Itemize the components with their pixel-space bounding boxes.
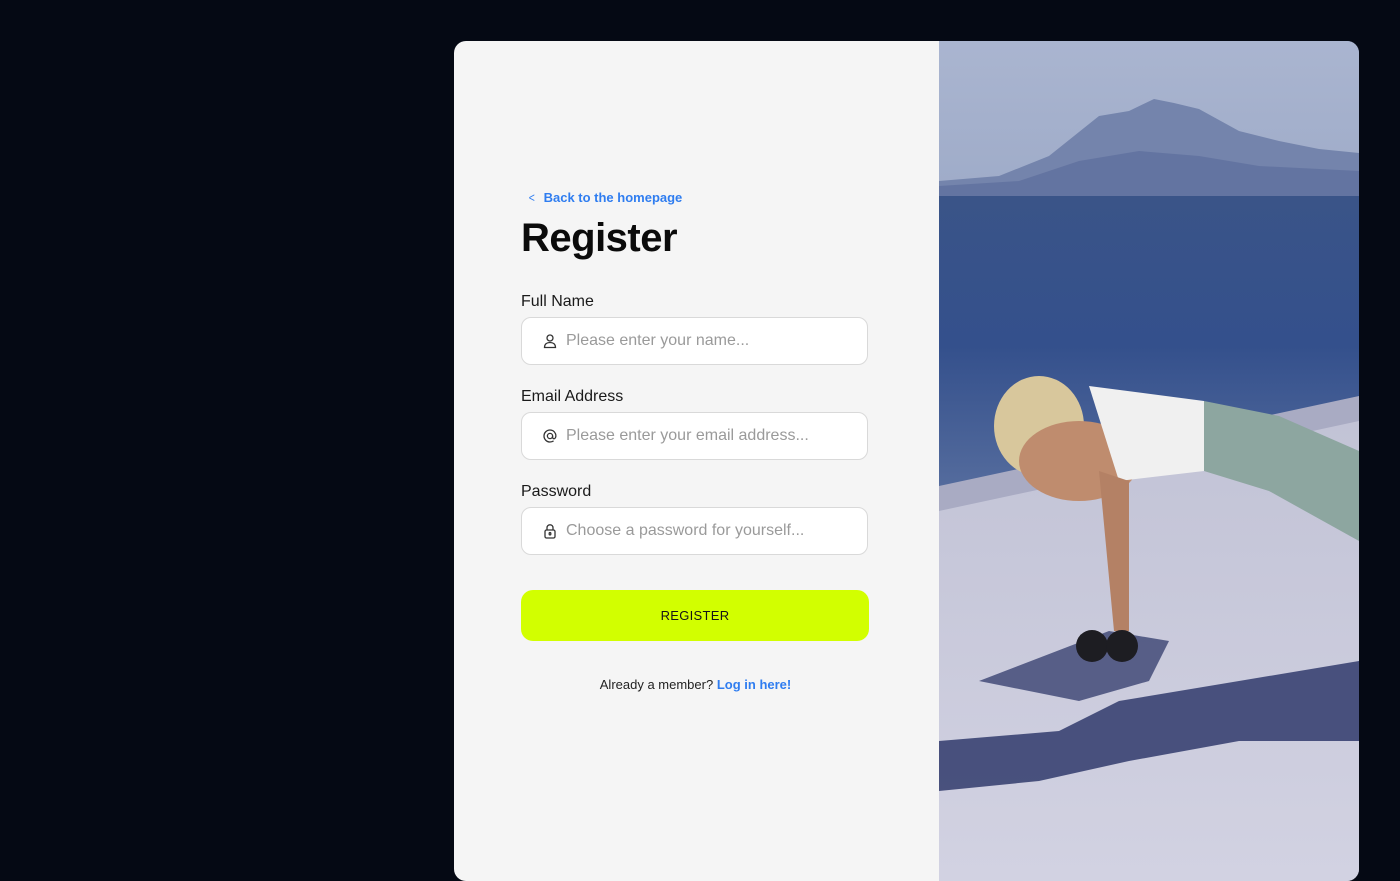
chevron-left-icon: <	[528, 189, 535, 205]
register-form: < Back to the homepage Register Full Nam…	[521, 186, 870, 692]
full-name-field: Full Name	[521, 292, 870, 365]
password-input-wrapper[interactable]	[521, 507, 868, 555]
full-name-input[interactable]	[566, 332, 856, 350]
hero-illustration	[939, 41, 1359, 881]
email-input[interactable]	[566, 427, 856, 445]
email-label: Email Address	[521, 388, 624, 405]
page-title: Register	[521, 216, 678, 260]
password-field: Password	[521, 482, 870, 555]
password-input[interactable]	[566, 522, 856, 540]
login-prompt: Already a member? Log in here!	[521, 677, 870, 692]
login-prompt-text: Already a member?	[599, 677, 714, 692]
lock-icon	[542, 523, 558, 539]
password-label: Password	[521, 483, 592, 500]
full-name-label: Full Name	[521, 293, 594, 310]
hero-photo	[939, 41, 1359, 881]
register-card: < Back to the homepage Register Full Nam…	[454, 41, 1359, 881]
login-link[interactable]: Log in here!	[717, 677, 791, 692]
back-to-homepage-link[interactable]: < Back to the homepage	[528, 186, 870, 208]
form-pane: < Back to the homepage Register Full Nam…	[454, 41, 939, 881]
user-icon	[542, 333, 558, 349]
email-input-wrapper[interactable]	[521, 412, 868, 460]
email-field: Email Address	[521, 387, 870, 460]
at-icon	[542, 428, 558, 444]
full-name-input-wrapper[interactable]	[521, 317, 868, 365]
register-button[interactable]: REGISTER	[521, 590, 869, 641]
back-link-label: Back to the homepage	[543, 189, 683, 205]
